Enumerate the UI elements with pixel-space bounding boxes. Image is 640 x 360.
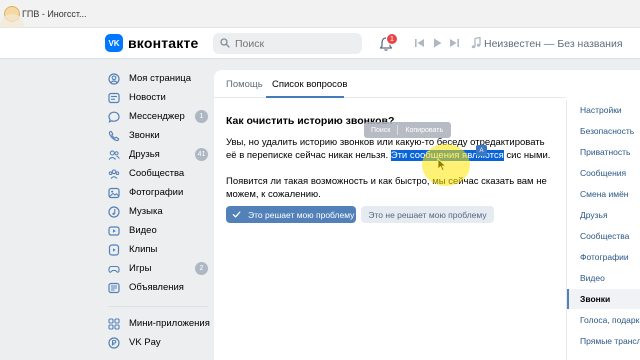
nav-item-privacy[interactable]: Приватность — [567, 142, 640, 162]
translate-icon[interactable]: A — [476, 145, 487, 156]
not-solved-button-label: Это не решает мою проблему — [368, 209, 487, 220]
sidebar-divider — [108, 306, 208, 307]
sidebar-item-label: Сообщества — [129, 168, 185, 179]
sidebar-item-label: Мессенджер — [129, 111, 185, 122]
sidebar-item-label: Звонки — [129, 130, 160, 141]
nav-item-messages[interactable]: Сообщения — [567, 163, 640, 183]
sidebar-item-clips[interactable]: Клипы — [104, 241, 208, 258]
games-icon — [108, 265, 120, 273]
nav-item-live[interactable]: Прямые трансл — [567, 331, 640, 351]
sidebar-item-photos[interactable]: Фотографии — [104, 184, 208, 201]
answer-paragraph-2: Появится ли такая возможность и как быст… — [226, 176, 547, 200]
help-card: Помощь Список вопросов Как очистить исто… — [214, 70, 566, 360]
sidebar-item-label: Игры — [129, 263, 152, 274]
right-nav-top — [566, 70, 640, 100]
sidebar-item-groups[interactable]: Сообщества — [104, 165, 208, 182]
friends-icon — [108, 149, 120, 160]
sidebar-item-messenger[interactable]: Мессенджер 1 — [104, 108, 208, 125]
previous-track-icon[interactable] — [414, 37, 426, 49]
sidebar-item-label: Мини-приложения — [129, 318, 210, 329]
tab-questions-list[interactable]: Список вопросов — [272, 79, 347, 90]
vk-logo-icon[interactable]: VK — [105, 34, 123, 52]
sidebar-item-label: VK Pay — [129, 337, 161, 348]
nav-item-security[interactable]: Безопасность — [567, 121, 640, 141]
sidebar-item-mini-apps[interactable]: Мини-приложения — [104, 315, 210, 332]
search-icon — [220, 38, 230, 48]
unread-count-badge: 1 — [195, 110, 208, 123]
nav-item-groups[interactable]: Сообщества — [567, 226, 640, 246]
music-note-icon — [471, 37, 481, 49]
nav-item-friends[interactable]: Друзья — [567, 205, 640, 225]
sidebar-item-label: Объявления — [129, 282, 184, 293]
nav-item-settings[interactable]: Настройки — [567, 100, 640, 120]
notification-badge: 1 — [386, 33, 398, 45]
music-title[interactable]: Неизвестен — Без названия — [484, 38, 623, 50]
answer-line-2-after: сис ными. — [503, 150, 551, 161]
sidebar-item-ads[interactable]: Объявления — [104, 279, 208, 296]
answer-line-2-before: переписке сейчас никак нельзя. — [246, 150, 391, 161]
sidebar-item-vk-pay[interactable]: VK Pay — [104, 334, 208, 351]
context-copy-button[interactable]: Копировать — [398, 127, 450, 134]
active-tab-indicator — [266, 96, 344, 98]
sidebar-item-label: Моя страница — [129, 73, 192, 84]
browser-tab-title[interactable]: ГПВ - Иногсст... — [22, 9, 87, 19]
sidebar-item-friends[interactable]: Друзья 41 — [104, 146, 208, 163]
nav-item-name-change[interactable]: Смена имён — [567, 184, 640, 204]
games-count-badge: 2 — [195, 262, 208, 275]
sidebar-item-music[interactable]: Музыка — [104, 203, 208, 220]
nav-item-photos[interactable]: Фотографии — [567, 247, 640, 267]
search-input[interactable] — [235, 38, 355, 50]
not-solved-button[interactable]: Это не решает мою проблему — [361, 206, 494, 223]
help-categories-nav: Настройки Безопасность Приватность Сообщ… — [566, 100, 640, 360]
friends-count-badge: 41 — [195, 148, 208, 161]
groups-icon — [108, 168, 120, 179]
sidebar-item-label: Фотографии — [129, 187, 184, 198]
news-icon — [108, 92, 120, 103]
solved-button-label: Это решает мою проблему — [248, 209, 355, 220]
user-icon — [108, 72, 120, 85]
apps-icon — [108, 317, 120, 330]
ads-icon — [108, 282, 120, 293]
sidebar-item-label: Новости — [129, 92, 166, 103]
music-icon — [108, 205, 120, 218]
phone-icon — [108, 130, 120, 141]
nav-item-video[interactable]: Видео — [567, 268, 640, 288]
play-icon[interactable] — [431, 37, 443, 49]
photo-icon — [108, 187, 120, 198]
sidebar-item-my-page[interactable]: Моя страница — [104, 70, 208, 87]
chat-icon — [108, 111, 120, 123]
sidebar-item-video[interactable]: Видео — [104, 222, 208, 239]
sidebar-item-news[interactable]: Новости — [104, 89, 208, 106]
sidebar-item-label: Друзья — [129, 149, 160, 160]
video-icon — [108, 225, 120, 236]
sidebar-item-games[interactable]: Игры 2 — [104, 260, 208, 277]
context-search-button[interactable]: Поиск — [364, 127, 397, 134]
help-tabs: Помощь Список вопросов — [214, 70, 566, 98]
search-box[interactable] — [213, 33, 362, 54]
browser-tab-strip: ГПВ - Иногсст... — [0, 0, 640, 28]
solved-button[interactable]: Это решает мою проблему — [226, 206, 356, 223]
sidebar-item-label: Клипы — [129, 244, 158, 255]
clips-icon — [108, 243, 120, 256]
sidebar-item-calls[interactable]: Звонки — [104, 127, 208, 144]
cursor-highlight-circle — [422, 144, 470, 186]
nav-item-calls[interactable]: Звонки — [567, 289, 640, 309]
sidebar-item-label: Видео — [129, 225, 157, 236]
pay-icon — [108, 336, 120, 349]
tab-help[interactable]: Помощь — [226, 79, 263, 90]
top-header: VK вконтакте 1 Неизвестен — Без названия — [0, 28, 640, 59]
logo-text[interactable]: вконтакте — [128, 35, 199, 51]
sidebar-item-label: Музыка — [129, 206, 163, 217]
nav-item-votes-gifts[interactable]: Голоса, подарки — [567, 310, 640, 330]
check-icon — [232, 211, 241, 218]
answer-text[interactable]: Увы, но удалить историю звонков или каку… — [226, 136, 556, 214]
next-track-icon[interactable] — [448, 37, 460, 49]
